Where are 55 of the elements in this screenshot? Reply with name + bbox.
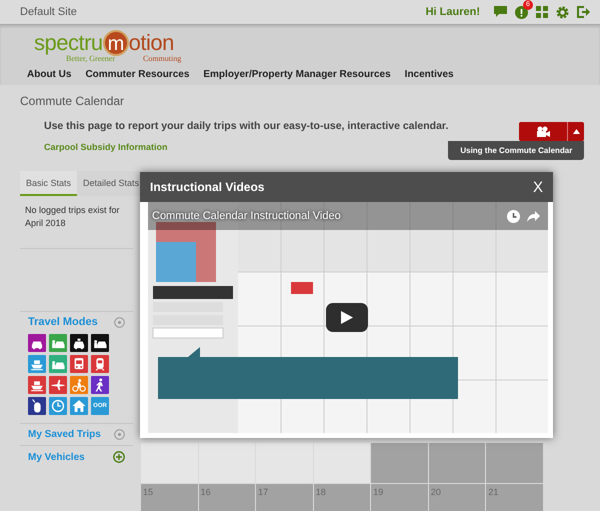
calendar-day[interactable]: 17 — [256, 484, 313, 511]
calendar-day[interactable]: 19 — [371, 484, 428, 511]
ferry-icon[interactable] — [28, 355, 46, 374]
play-button[interactable] — [326, 303, 368, 332]
play-icon — [341, 311, 353, 324]
close-button[interactable]: X — [532, 178, 543, 196]
help-icon[interactable] — [114, 316, 125, 328]
site-name: Default Site — [20, 6, 78, 18]
clock-icon[interactable] — [507, 210, 520, 223]
help-icon[interactable] — [114, 429, 125, 440]
mouse-icon[interactable] — [28, 397, 46, 416]
user-greeting[interactable]: Hi Lauren! — [426, 6, 480, 18]
calendar-day[interactable]: 15 — [141, 484, 198, 511]
bus-icon[interactable] — [70, 355, 88, 374]
ferry-icon[interactable] — [28, 376, 46, 394]
calendar-day[interactable]: 18 — [314, 484, 370, 511]
video-button[interactable] — [519, 122, 568, 141]
page-title: Commute Calendar — [20, 94, 126, 108]
logo[interactable]: spectru m otion — [34, 29, 204, 57]
section-title[interactable]: My Vehicles — [28, 452, 85, 463]
settings-icon[interactable] — [556, 6, 569, 18]
dropdown-toggle[interactable] — [567, 122, 584, 141]
tagline: Commuting — [142, 54, 182, 63]
nav-link[interactable]: Employer/Property Manager Resources — [203, 69, 391, 80]
intro-message: Use this page to report your daily trips with our easy-to-use, interactive calendar. — [44, 119, 448, 133]
section-title[interactable]: My Saved Trips — [28, 429, 101, 440]
caret-icon — [572, 129, 580, 134]
walk-icon[interactable] — [91, 376, 109, 394]
chat-icon[interactable] — [494, 6, 507, 18]
stats-message: No logged trips exist for April 2018 — [20, 196, 133, 250]
nav-link[interactable]: About Us — [27, 69, 72, 80]
tagline: Better, Greener — [66, 54, 115, 63]
tab[interactable]: Detailed Stats — [77, 171, 146, 196]
share-icon[interactable] — [527, 211, 540, 222]
menu-item[interactable]: Using the Commute Calendar — [448, 141, 584, 160]
grid-icon[interactable] — [536, 6, 548, 18]
home-icon[interactable] — [70, 397, 88, 416]
plane-icon[interactable] — [49, 376, 67, 394]
alert-icon[interactable] — [515, 6, 528, 18]
nav-link[interactable]: Incentives — [404, 69, 454, 80]
modal-title: Instructional Videos — [150, 180, 264, 194]
calendar-day[interactable]: 21 — [486, 484, 543, 511]
train-icon[interactable] — [91, 355, 109, 374]
carpool-icon[interactable] — [91, 334, 109, 352]
car-icon[interactable] — [28, 334, 46, 352]
camera-icon — [536, 126, 550, 137]
add-icon[interactable] — [113, 451, 125, 464]
logout-icon[interactable] — [577, 6, 590, 18]
tab[interactable]: Basic Stats — [20, 171, 78, 196]
calendar-day[interactable]: 20 — [428, 484, 486, 511]
calendar-day[interactable]: 16 — [198, 484, 256, 511]
section-title[interactable]: Travel Modes — [28, 316, 98, 328]
nav-link[interactable]: Commuter Resources — [85, 69, 190, 80]
subsidy-link[interactable]: Carpool Subsidy Information — [44, 142, 168, 152]
taxi-icon[interactable] — [70, 334, 88, 352]
